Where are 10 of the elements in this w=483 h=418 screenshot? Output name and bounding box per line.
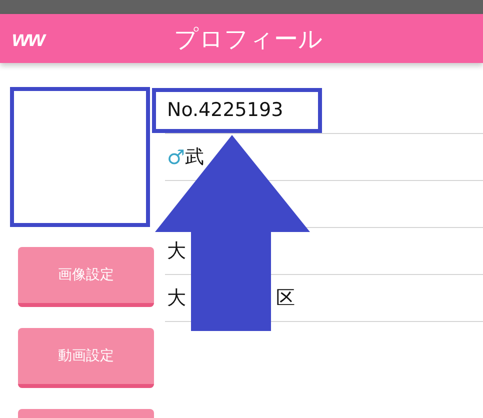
logo[interactable]: ww bbox=[12, 26, 44, 52]
profile-text: 大 bbox=[167, 239, 186, 264]
male-icon: ♂ bbox=[167, 145, 185, 169]
settings-button[interactable]: 画像設定 bbox=[18, 247, 154, 307]
page-title: プロフィール bbox=[174, 24, 323, 55]
profile-text: No.4225193 bbox=[167, 99, 284, 121]
profile-text: 大 bbox=[167, 286, 186, 311]
profile-text: 区 bbox=[276, 286, 295, 311]
settings-button[interactable]: 動画設定 bbox=[18, 328, 154, 388]
profile-text: 武 bbox=[184, 145, 204, 170]
